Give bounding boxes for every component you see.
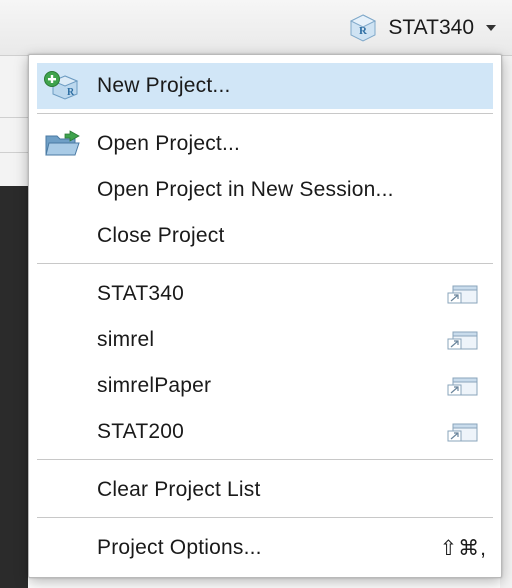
new-project-icon: R <box>44 71 79 100</box>
menu-separator <box>37 263 493 264</box>
menu-item-close-project[interactable]: Close Project <box>37 213 493 259</box>
menu-item-project-options[interactable]: Project Options... ⇧⌘, <box>37 525 493 571</box>
open-folder-icon <box>45 130 80 156</box>
open-in-new-window-icon[interactable] <box>445 330 481 352</box>
background-divider <box>0 117 28 118</box>
open-in-new-window-icon[interactable] <box>445 284 481 306</box>
project-menu: R New Project... Open Project... Open Pr… <box>28 54 502 578</box>
menu-item-label: New Project... <box>97 74 231 97</box>
menu-item-recent-project[interactable]: simrelPaper <box>37 363 493 409</box>
menu-item-label: Open Project... <box>97 132 241 155</box>
caret-down-icon <box>486 25 496 31</box>
toolbar: R STAT340 <box>0 0 512 56</box>
menu-separator <box>37 517 493 518</box>
current-project-name: STAT340 <box>388 16 474 39</box>
open-in-new-window-icon[interactable] <box>445 376 481 398</box>
menu-item-recent-project[interactable]: STAT340 <box>37 271 493 317</box>
menu-item-label: simrelPaper <box>97 374 212 397</box>
menu-separator <box>37 459 493 460</box>
background-editor-pane <box>0 186 28 588</box>
svg-text:R: R <box>359 25 368 37</box>
menu-item-open-project[interactable]: Open Project... <box>37 121 493 167</box>
menu-item-label: STAT340 <box>97 282 184 305</box>
menu-item-recent-project[interactable]: STAT200 <box>37 409 493 455</box>
project-switcher-button[interactable]: R STAT340 <box>348 10 496 46</box>
background-pane <box>0 56 28 186</box>
menu-item-label: Close Project <box>97 224 225 247</box>
menu-separator <box>37 113 493 114</box>
background-divider <box>0 152 28 153</box>
keyboard-shortcut: ⇧⌘, <box>439 536 487 560</box>
menu-item-recent-project[interactable]: simrel <box>37 317 493 363</box>
menu-item-new-project[interactable]: R New Project... <box>37 63 493 109</box>
r-project-cube-icon: R <box>350 14 377 42</box>
menu-item-label: STAT200 <box>97 420 184 443</box>
open-in-new-window-icon[interactable] <box>445 422 481 444</box>
menu-item-label: Clear Project List <box>97 478 261 501</box>
menu-item-label: simrel <box>97 328 155 351</box>
menu-item-clear-project-list[interactable]: Clear Project List <box>37 467 493 513</box>
svg-text:R: R <box>67 87 75 98</box>
menu-item-label: Open Project in New Session... <box>97 178 394 201</box>
menu-item-label: Project Options... <box>97 536 262 559</box>
menu-item-open-project-new-session[interactable]: Open Project in New Session... <box>37 167 493 213</box>
